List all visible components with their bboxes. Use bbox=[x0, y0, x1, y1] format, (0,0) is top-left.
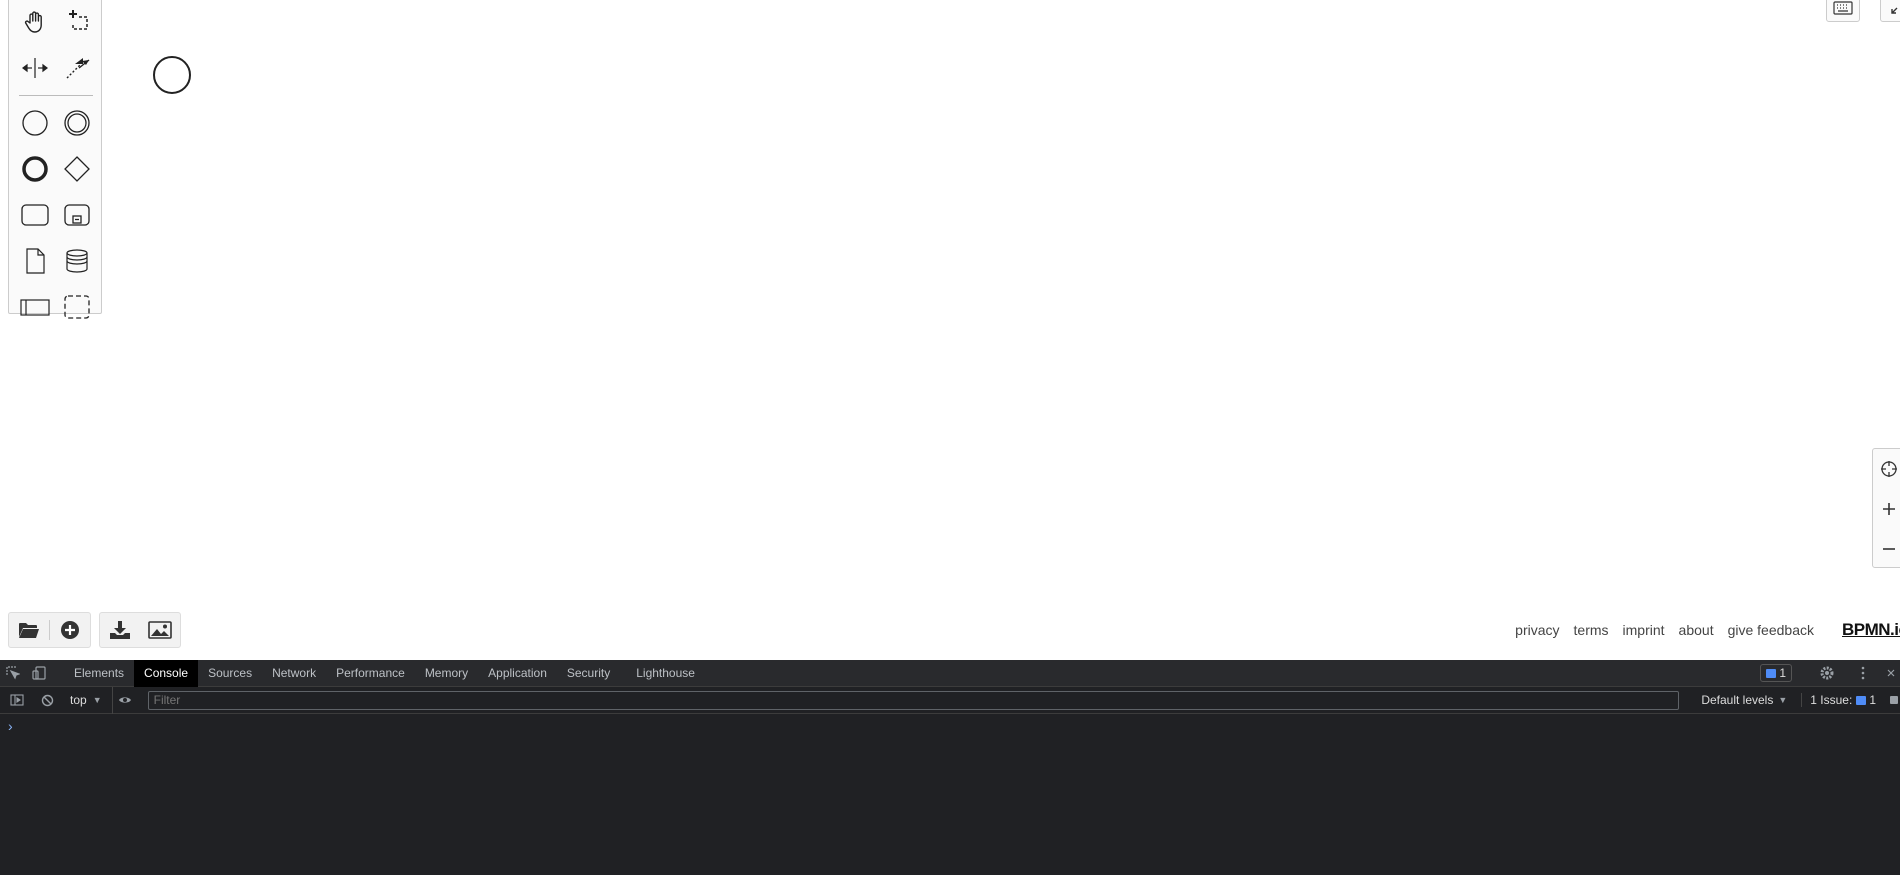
eye-icon[interactable] bbox=[111, 686, 138, 714]
global-connect-tool-icon[interactable] bbox=[59, 50, 95, 86]
inspect-element-icon[interactable] bbox=[0, 660, 26, 687]
crosshair-icon bbox=[1881, 461, 1897, 477]
gateway-icon[interactable] bbox=[59, 151, 95, 187]
reset-zoom-button[interactable] bbox=[1873, 449, 1900, 489]
bpmn-modeler: privacy terms imprint about give feedbac… bbox=[0, 0, 1900, 660]
keyboard-shortcuts-button[interactable] bbox=[1826, 0, 1860, 22]
keyboard-icon bbox=[1833, 1, 1853, 15]
data-object-icon[interactable] bbox=[17, 243, 53, 279]
tab-console[interactable]: Console bbox=[134, 659, 199, 687]
imprint-link[interactable]: imprint bbox=[1623, 622, 1665, 638]
export-image-button[interactable] bbox=[140, 612, 180, 648]
device-toolbar-icon[interactable] bbox=[26, 660, 52, 687]
minus-icon bbox=[1883, 548, 1895, 550]
gear-icon[interactable] bbox=[1814, 660, 1840, 687]
lasso-tool-icon[interactable] bbox=[59, 4, 95, 40]
start-event-icon[interactable] bbox=[17, 105, 53, 141]
tab-memory[interactable]: Memory bbox=[415, 660, 478, 687]
log-levels-dropdown[interactable]: Default levels ▼ bbox=[1691, 693, 1797, 707]
console-prompt[interactable]: › bbox=[0, 714, 1900, 738]
download-bpmn-button[interactable] bbox=[100, 612, 140, 648]
zoom-out-button[interactable] bbox=[1873, 529, 1900, 569]
fullscreen-button[interactable] bbox=[1880, 0, 1900, 22]
more-options-icon[interactable] bbox=[1850, 660, 1876, 687]
zoom-controls bbox=[1872, 448, 1900, 568]
clear-console-icon[interactable] bbox=[34, 687, 60, 714]
dropdown-arrow-icon: ▼ bbox=[92, 695, 102, 705]
close-devtools-icon[interactable] bbox=[1886, 660, 1896, 687]
sidebar-toggle-icon[interactable] bbox=[4, 687, 30, 714]
tool-palette bbox=[8, 0, 102, 319]
create-diagram-button[interactable] bbox=[50, 612, 90, 648]
give-feedback-link[interactable]: give feedback bbox=[1728, 622, 1814, 638]
tab-sources[interactable]: Sources bbox=[198, 660, 262, 687]
devtools-panel: Elements Console Sources Network Perform… bbox=[0, 659, 1900, 875]
intermediate-event-icon[interactable] bbox=[59, 105, 95, 141]
tab-lighthouse[interactable]: Lighthouse bbox=[626, 660, 705, 687]
canvas-start-event[interactable] bbox=[153, 56, 191, 94]
tab-network[interactable]: Network bbox=[262, 660, 326, 687]
folder-icon bbox=[19, 623, 39, 638]
task-icon[interactable] bbox=[17, 197, 53, 233]
footer-links: privacy terms imprint about give feedbac… bbox=[1515, 620, 1900, 640]
tab-security[interactable]: Security bbox=[557, 660, 620, 687]
about-link[interactable]: about bbox=[1679, 622, 1714, 638]
tab-application[interactable]: Application bbox=[478, 660, 557, 687]
issues-counter[interactable]: 1 Issue: 1 bbox=[1801, 693, 1884, 707]
open-file-button[interactable] bbox=[9, 612, 49, 648]
tab-elements[interactable]: Elements bbox=[64, 660, 134, 687]
context-selector[interactable]: top ▼ bbox=[64, 693, 108, 707]
hand-tool-icon[interactable] bbox=[17, 4, 53, 40]
issues-badge[interactable]: 1 bbox=[1760, 664, 1792, 682]
tab-performance[interactable]: Performance bbox=[326, 660, 415, 687]
message-icon bbox=[1766, 668, 1777, 678]
console-settings-icon[interactable] bbox=[1888, 687, 1900, 714]
data-store-icon[interactable] bbox=[59, 243, 95, 279]
download-icon bbox=[110, 621, 130, 639]
message-icon bbox=[1856, 695, 1867, 705]
console-filter-input[interactable] bbox=[147, 690, 1680, 710]
file-actions bbox=[8, 612, 181, 648]
devtools-tabbar: Elements Console Sources Network Perform… bbox=[0, 659, 1900, 687]
image-icon bbox=[148, 621, 172, 639]
participant-icon[interactable] bbox=[17, 289, 53, 325]
space-tool-icon[interactable] bbox=[17, 50, 53, 86]
plus-icon bbox=[1883, 503, 1895, 515]
plus-circle-icon bbox=[61, 621, 79, 639]
zoom-in-button[interactable] bbox=[1873, 489, 1900, 529]
collapse-icon bbox=[1891, 7, 1898, 14]
terms-link[interactable]: terms bbox=[1574, 622, 1609, 638]
privacy-link[interactable]: privacy bbox=[1515, 622, 1559, 638]
group-icon[interactable] bbox=[59, 289, 95, 325]
bpmn-io-logo[interactable]: BPMN.io bbox=[1842, 620, 1900, 640]
subprocess-icon[interactable] bbox=[59, 197, 95, 233]
dropdown-arrow-icon: ▼ bbox=[1778, 695, 1788, 705]
palette-separator bbox=[19, 95, 93, 96]
end-event-icon[interactable] bbox=[17, 151, 53, 187]
console-toolbar: top ▼ Default levels ▼ 1 Issue: 1 bbox=[0, 686, 1900, 714]
